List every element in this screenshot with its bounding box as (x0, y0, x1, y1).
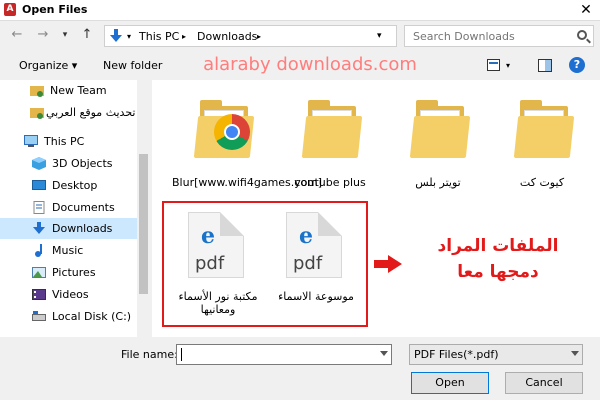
filename-label: File name: (121, 348, 178, 361)
file-name: كيوت كت (519, 176, 565, 189)
pictures-icon (32, 267, 46, 278)
close-button[interactable]: ✕ (578, 0, 594, 20)
file-type-value: PDF Files(*.pdf) (414, 348, 499, 361)
sidebar-item-label: New Team (50, 84, 107, 97)
right-arrow-icon (374, 255, 404, 273)
sidebar-item-label: تحديث موقع العربي (46, 106, 136, 119)
recent-locations-chevron-icon[interactable]: ▾ (58, 27, 72, 43)
sidebar-item-label: Music (52, 244, 84, 257)
help-icon[interactable]: ? (569, 57, 585, 73)
address-bar-row: ← → ▾ ↑ ▾ This PC ▸ Downloads ▸ ▾ (0, 21, 600, 51)
sidebar-item-documents[interactable]: Documents (0, 197, 140, 218)
watermark: alaraby downloads.com (203, 54, 417, 75)
address-field[interactable]: ▾ This PC ▸ Downloads ▸ ▾ (104, 25, 397, 47)
view-options-icon[interactable] (487, 59, 503, 72)
sidebar-scrollbar[interactable] (137, 80, 150, 337)
folder-icon (512, 96, 575, 158)
folder-icon (300, 96, 363, 158)
address-history-chevron-icon[interactable]: ▾ (377, 31, 382, 41)
folder-icon (192, 96, 255, 158)
search-box[interactable] (404, 25, 594, 47)
sidebar-item-desktop[interactable]: Desktop (0, 175, 140, 196)
toolbar: Organize ▾ New folder alaraby downloads.… (0, 52, 600, 80)
sidebar-item-videos[interactable]: Videos (0, 284, 140, 305)
text-caret (181, 348, 182, 361)
disk-icon (32, 311, 46, 321)
computer-icon (24, 135, 38, 147)
cancel-button[interactable]: Cancel (505, 372, 583, 394)
sidebar-item-label: Documents (52, 201, 115, 214)
file-name: youtube plus (294, 176, 366, 189)
chevron-down-icon[interactable] (571, 351, 579, 356)
sidebar-item-label: Videos (52, 288, 89, 301)
organize-button[interactable]: Organize ▾ (19, 59, 77, 72)
videos-icon (32, 289, 46, 300)
navigation-pane: New Team تحديث موقع العربي This PC 3D Ob… (0, 80, 150, 337)
breadcrumb-separator-icon[interactable]: ▸ (182, 32, 186, 41)
music-icon (35, 244, 42, 257)
documents-icon (33, 201, 45, 214)
back-arrow-icon[interactable]: ← (10, 27, 24, 43)
chevron-down-icon[interactable] (380, 351, 388, 356)
new-folder-button[interactable]: New folder (103, 59, 162, 72)
breadcrumb-chevron-icon: ▾ (127, 32, 132, 41)
sidebar-item-label: Desktop (52, 179, 98, 192)
scrollbar-thumb[interactable] (139, 154, 148, 294)
search-input[interactable] (411, 29, 565, 44)
download-icon (33, 222, 45, 234)
desktop-icon (32, 180, 46, 190)
file-name: Blur[www.wifi4games.com] (172, 176, 323, 189)
breadcrumb-this-pc[interactable]: This PC (139, 30, 179, 43)
view-options-chevron-icon[interactable]: ▾ (506, 61, 510, 70)
filename-input[interactable] (176, 344, 392, 365)
file-item-folder[interactable]: Blur[www.wifi4games.com] (172, 96, 323, 208)
downloads-arrow-icon (110, 29, 122, 42)
file-type-select[interactable]: PDF Files(*.pdf) (409, 344, 583, 365)
preview-pane-icon[interactable] (538, 59, 552, 72)
folder-icon (408, 96, 471, 158)
search-icon (577, 30, 587, 40)
file-item-folder[interactable]: youtube plus (280, 96, 380, 196)
network-folder-icon (30, 108, 44, 119)
app-logo-icon: A (4, 3, 16, 16)
sidebar-item-network-folder[interactable]: تحديث موقع العربي (0, 102, 140, 123)
sidebar-item-downloads[interactable]: Downloads (0, 218, 137, 239)
network-folder-icon (30, 86, 44, 97)
file-name: تويتر بلس (415, 176, 461, 189)
sidebar-item-pictures[interactable]: Pictures (0, 262, 140, 283)
bottom-bar: File name: PDF Files(*.pdf) Open Cancel (0, 337, 600, 400)
title-bar: A Open Files ✕ (0, 0, 600, 21)
sidebar-item-label: 3D Objects (52, 157, 113, 170)
breadcrumb-downloads[interactable]: Downloads (197, 30, 257, 43)
sidebar-item-3d-objects[interactable]: 3D Objects (0, 153, 140, 174)
sidebar-item-label: Pictures (52, 266, 96, 279)
sidebar-item-label: Local Disk (C:) (52, 310, 132, 323)
cube-icon (32, 157, 46, 170)
sidebar-item-this-pc[interactable]: This PC (0, 131, 140, 152)
window-title: Open Files (22, 3, 88, 16)
breadcrumb-separator-icon[interactable]: ▸ (257, 32, 261, 41)
up-arrow-icon[interactable]: ↑ (80, 27, 94, 43)
sidebar-item-label: This PC (44, 135, 85, 148)
highlight-box (162, 201, 368, 327)
file-item-folder[interactable]: كيوت كت (492, 96, 592, 196)
sidebar-item-label: Downloads (52, 222, 113, 235)
file-item-folder[interactable]: تويتر بلس (388, 96, 488, 196)
sidebar-item-local-disk[interactable]: Local Disk (C:) (0, 306, 140, 327)
chrome-icon (214, 114, 250, 150)
annotation-line-2: دمجها معا (457, 262, 539, 282)
forward-arrow-icon[interactable]: → (36, 27, 50, 43)
sidebar-item-music[interactable]: Music (0, 240, 140, 261)
open-button[interactable]: Open (411, 372, 489, 394)
sidebar-item-new-team[interactable]: New Team (0, 80, 140, 101)
annotation-line-1: الملفات المراد (437, 236, 559, 256)
